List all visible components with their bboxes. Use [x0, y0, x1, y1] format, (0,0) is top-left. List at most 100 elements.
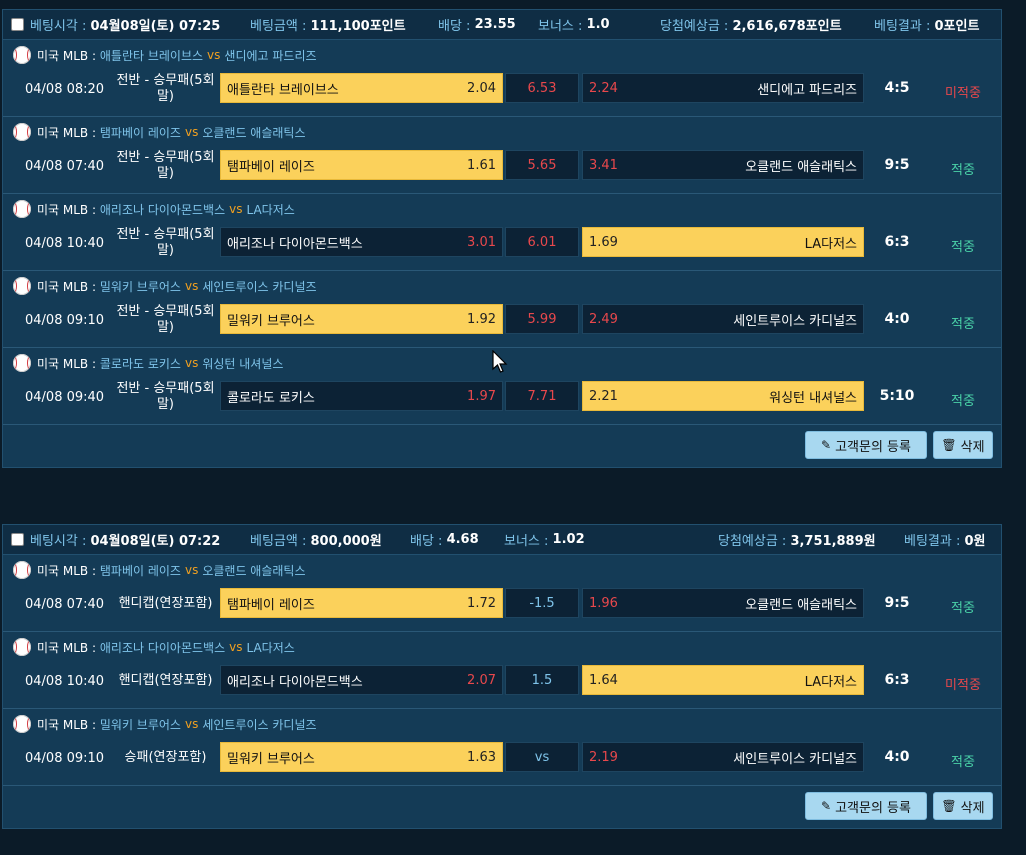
draw-handicap[interactable]: vs — [505, 742, 579, 772]
mid-value: 1.5 — [531, 672, 553, 688]
baseball-icon — [13, 200, 31, 218]
pencil-icon: ✎ — [821, 438, 832, 452]
home-team-name: 밀워키 브루어스 — [227, 313, 315, 329]
away-pick[interactable]: 1.64 LA다저스 — [582, 665, 864, 695]
game-result: 적중 — [951, 755, 975, 770]
game-datetime: 04/08 10:40 — [25, 674, 105, 689]
draw-handicap[interactable]: 1.5 — [505, 665, 579, 695]
bet-row: 04/08 09:10 전반 - 승무패(5회말) 밀워키 브루어스 1.92 … — [3, 304, 1001, 336]
league-line: 미국 MLB : 탬파베이 레이즈 vs 오클랜드 애슬래틱스 — [13, 123, 306, 141]
delete-button[interactable]: 🗑 삭제 — [933, 431, 993, 459]
away-pick[interactable]: 1.96 오클랜드 애슬래틱스 — [582, 588, 864, 618]
mid-value: 6.53 — [527, 80, 557, 96]
away-pick[interactable]: 2.49 세인트루이스 카디널즈 — [582, 304, 864, 334]
bet-row: 04/08 07:40 전반 - 승무패(5회말) 탬파베이 레이즈 1.61 … — [3, 150, 1001, 182]
expected-payout: 당첨예상금 : 3,751,889원 — [718, 534, 876, 549]
bet-amount: 베팅금액 : 111,100포인트 — [250, 19, 406, 34]
slip-footer: ✎ 고객문의 등록 🗑 삭제 — [3, 786, 1001, 828]
mid-value: -1.5 — [529, 595, 555, 611]
select-checkbox[interactable] — [11, 18, 24, 31]
game-list: 미국 MLB : 탬파베이 레이즈 vs 오클랜드 애슬래틱스 04/08 07… — [3, 555, 1001, 786]
slip-header: 베팅시각 : 04월08일(토) 07:22 베팅금액 : 800,000원 배… — [3, 525, 1001, 555]
away-pick[interactable]: 2.19 세인트루이스 카디널즈 — [582, 742, 864, 772]
away-pick[interactable]: 2.21 워싱턴 내셔널스 — [582, 381, 864, 411]
game-result: 적중 — [951, 163, 975, 178]
trash-icon: 🗑 — [941, 438, 957, 452]
home-odds: 3.01 — [467, 234, 496, 250]
draw-handicap[interactable]: 6.53 — [505, 73, 579, 103]
customer-inquiry-button[interactable]: ✎ 고객문의 등록 — [805, 792, 927, 820]
home-team-name: 애리조나 다이아몬드백스 — [227, 674, 363, 690]
away-team-name: 오클랜드 애슬래틱스 — [745, 159, 857, 175]
market-type: 전반 - 승무패(5회말) — [116, 150, 215, 181]
customer-inquiry-button[interactable]: ✎ 고객문의 등록 — [805, 431, 927, 459]
final-score: 9:5 — [884, 595, 910, 611]
delete-button[interactable]: 🗑 삭제 — [933, 792, 993, 820]
bet-row: 04/08 08:20 전반 - 승무패(5회말) 애틀란타 브레이브스 2.0… — [3, 73, 1001, 105]
home-pick[interactable]: 탬파베이 레이즈 1.61 — [220, 150, 503, 180]
mouse-cursor-icon — [492, 350, 508, 373]
league-line: 미국 MLB : 애리조나 다이아몬드백스 vs LA다저스 — [13, 638, 295, 656]
away-odds: 2.19 — [589, 749, 618, 765]
draw-handicap[interactable]: -1.5 — [505, 588, 579, 618]
draw-handicap[interactable]: 5.65 — [505, 150, 579, 180]
baseball-icon — [13, 123, 31, 141]
game-result: 적중 — [951, 240, 975, 255]
market-type: 전반 - 승무패(5회말) — [116, 227, 215, 258]
away-team-name: 세인트루이스 카디널즈 — [733, 313, 857, 329]
slip-footer: ✎ 고객문의 등록 🗑 삭제 — [3, 425, 1001, 467]
home-pick[interactable]: 콜로라도 로키스 1.97 — [220, 381, 503, 411]
game-result: 미적중 — [945, 86, 981, 101]
game-row: 미국 MLB : 탬파베이 레이즈 vs 오클랜드 애슬래틱스 04/08 07… — [3, 117, 1001, 194]
bet-result: 베팅결과 : 0포인트 — [874, 19, 980, 34]
game-result: 적중 — [951, 394, 975, 409]
home-pick[interactable]: 밀워키 브루어스 1.92 — [220, 304, 503, 334]
home-pick[interactable]: 탬파베이 레이즈 1.72 — [220, 588, 503, 618]
league-line: 미국 MLB : 밀워키 브루어스 vs 세인트루이스 카디널즈 — [13, 715, 317, 733]
home-odds: 2.07 — [467, 672, 496, 688]
home-team-name: 밀워키 브루어스 — [227, 751, 315, 767]
baseball-icon — [13, 354, 31, 372]
market-type: 핸디캡(연장포함) — [118, 596, 213, 611]
market-type: 핸디캡(연장포함) — [118, 673, 213, 688]
draw-handicap[interactable]: 6.01 — [505, 227, 579, 257]
mid-value: 5.65 — [527, 157, 557, 173]
league-line: 미국 MLB : 애틀란타 브레이브스 vs 샌디에고 파드리즈 — [13, 46, 317, 64]
game-datetime: 04/08 09:10 — [25, 751, 105, 766]
away-pick[interactable]: 1.69 LA다저스 — [582, 227, 864, 257]
home-pick[interactable]: 애리조나 다이아몬드백스 3.01 — [220, 227, 503, 257]
final-score: 9:5 — [884, 157, 910, 173]
mid-value: 6.01 — [527, 234, 557, 250]
league-line: 미국 MLB : 애리조나 다이아몬드백스 vs LA다저스 — [13, 200, 295, 218]
game-result: 적중 — [951, 317, 975, 332]
away-odds: 1.69 — [589, 234, 618, 250]
baseball-icon — [13, 638, 31, 656]
home-odds: 1.63 — [467, 749, 496, 765]
away-team-name: 오클랜드 애슬래틱스 — [745, 597, 857, 613]
away-odds: 2.24 — [589, 80, 618, 96]
game-row: 미국 MLB : 밀워키 브루어스 vs 세인트루이스 카디널즈 04/08 0… — [3, 271, 1001, 348]
trash-icon: 🗑 — [941, 799, 957, 813]
away-pick[interactable]: 3.41 오클랜드 애슬래틱스 — [582, 150, 864, 180]
game-row: 미국 MLB : 애리조나 다이아몬드백스 vs LA다저스 04/08 10:… — [3, 194, 1001, 271]
expected-payout: 당첨예상금 : 2,616,678포인트 — [660, 19, 842, 34]
home-pick[interactable]: 애틀란타 브레이브스 2.04 — [220, 73, 503, 103]
bet-slip-2: 베팅시각 : 04월08일(토) 07:22 베팅금액 : 800,000원 배… — [2, 524, 1002, 829]
draw-handicap[interactable]: 5.99 — [505, 304, 579, 334]
baseball-icon — [13, 46, 31, 64]
bet-row: 04/08 07:40 핸디캡(연장포함) 탬파베이 레이즈 1.72 -1.5… — [3, 588, 1001, 620]
select-checkbox[interactable] — [11, 533, 24, 546]
pencil-icon: ✎ — [821, 799, 832, 813]
bet-row: 04/08 09:10 승패(연장포함) 밀워키 브루어스 1.63 vs 2.… — [3, 742, 1001, 774]
game-datetime: 04/08 08:20 — [25, 82, 105, 97]
draw-handicap[interactable]: 7.71 — [505, 381, 579, 411]
home-team-name: 애리조나 다이아몬드백스 — [227, 236, 363, 252]
mid-value: 5.99 — [527, 311, 557, 327]
game-row: 미국 MLB : 탬파베이 레이즈 vs 오클랜드 애슬래틱스 04/08 07… — [3, 555, 1001, 632]
bet-result: 베팅결과 : 0원 — [904, 534, 986, 549]
home-pick[interactable]: 애리조나 다이아몬드백스 2.07 — [220, 665, 503, 695]
league-line: 미국 MLB : 탬파베이 레이즈 vs 오클랜드 애슬래틱스 — [13, 561, 306, 579]
home-pick[interactable]: 밀워키 브루어스 1.63 — [220, 742, 503, 772]
away-pick[interactable]: 2.24 샌디에고 파드리즈 — [582, 73, 864, 103]
league-line: 미국 MLB : 밀워키 브루어스 vs 세인트루이스 카디널즈 — [13, 277, 317, 295]
